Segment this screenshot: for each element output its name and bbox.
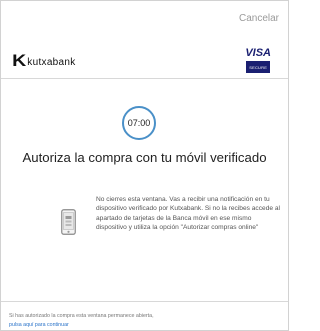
page-title: Autoriza la compra con tu móvil verifica…	[22, 150, 267, 165]
authorization-window: Cancelar K kutxabank VISA SECURE 07:00 A…	[0, 0, 289, 331]
visa-secure-logo: VISA SECURE	[245, 48, 271, 73]
timer-value: 07:00	[127, 118, 151, 128]
footer-text: Si has autorizado la compra esta ventana…	[9, 313, 154, 319]
header-divider	[1, 78, 288, 79]
logo-text: kutxabank	[27, 56, 76, 68]
logo-initial: K	[12, 51, 27, 70]
cancel-link[interactable]: Cancelar	[239, 13, 279, 24]
secure-badge: SECURE	[246, 61, 271, 73]
countdown-timer: 07:00	[122, 106, 156, 140]
header: K kutxabank VISA SECURE	[1, 43, 288, 78]
footer-divider	[1, 301, 288, 302]
instructions-text: No cierres esta ventana. Vas a recibir u…	[96, 196, 280, 232]
visa-word: VISA	[245, 47, 271, 59]
smartphone-icon	[61, 209, 76, 235]
kutxabank-logo: K kutxabank	[12, 51, 76, 70]
continue-link[interactable]: pulsa aquí para continuar	[9, 321, 69, 329]
